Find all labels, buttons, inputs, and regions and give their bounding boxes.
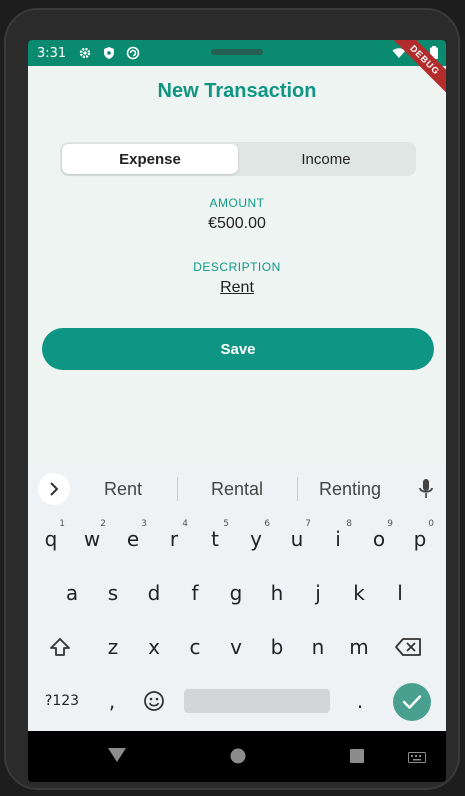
key-a[interactable]: a (54, 571, 90, 615)
description-label: DESCRIPTION (193, 260, 281, 274)
amount-label: AMOUNT (209, 196, 265, 210)
key-y[interactable]: y6 (238, 517, 274, 561)
phone-frame: 3:31 DEBUG New Transaction Expense Incom… (4, 8, 460, 790)
shift-icon[interactable] (42, 625, 78, 669)
key-r[interactable]: r4 (156, 517, 192, 561)
space-bar[interactable] (184, 689, 330, 713)
key-e[interactable]: e3 (115, 517, 151, 561)
navigation-bar (28, 731, 446, 782)
key-n[interactable]: n (300, 625, 336, 669)
key-u[interactable]: u7 (279, 517, 315, 561)
home-icon[interactable] (230, 748, 246, 769)
key-g[interactable]: g (218, 571, 254, 615)
settings-icon (78, 46, 92, 60)
transaction-type-toggle: Expense Income (60, 142, 416, 176)
key-z[interactable]: z (95, 625, 131, 669)
description-field[interactable]: Rent (28, 279, 446, 297)
key-f[interactable]: f (177, 571, 213, 615)
recents-icon[interactable] (350, 749, 364, 768)
key-t[interactable]: t5 (197, 517, 233, 561)
key-b[interactable]: b (259, 625, 295, 669)
key-m[interactable]: m (341, 625, 377, 669)
key-comma[interactable]: , (94, 679, 130, 723)
key-x[interactable]: x (136, 625, 172, 669)
key-d[interactable]: d (136, 571, 172, 615)
microphone-icon[interactable] (418, 477, 434, 501)
key-v[interactable]: v (218, 625, 254, 669)
transaction-screen: New Transaction Expense Income AMOUNT €5… (28, 66, 446, 491)
suggestion-2[interactable]: Rental (182, 479, 292, 500)
symbols-key[interactable]: ?123 (40, 679, 84, 723)
suggestion-strip: Rent Rental Renting (28, 465, 446, 507)
expense-tab[interactable]: Expense (62, 144, 238, 174)
suggestion-3[interactable]: Renting (295, 479, 405, 500)
chevron-right-icon[interactable] (38, 473, 70, 505)
key-c[interactable]: c (177, 625, 213, 669)
key-i[interactable]: i8 (320, 517, 356, 561)
soft-keyboard: Rent Rental Renting q1 w2 e3 r4 t5 y6 u7… (28, 465, 446, 731)
key-l[interactable]: l (382, 571, 418, 615)
amount-field[interactable]: €500.00 (28, 215, 446, 233)
key-period[interactable]: . (342, 679, 378, 723)
key-k[interactable]: k (341, 571, 377, 615)
earpiece (211, 49, 263, 55)
key-j[interactable]: j (300, 571, 336, 615)
save-button[interactable]: Save (42, 328, 434, 370)
backspace-icon[interactable] (390, 625, 426, 669)
key-p[interactable]: p0 (402, 517, 438, 561)
key-w[interactable]: w2 (74, 517, 110, 561)
status-time: 3:31 (37, 45, 67, 61)
emoji-icon[interactable] (136, 679, 172, 723)
screen: 3:31 DEBUG New Transaction Expense Incom… (28, 40, 446, 782)
sync-icon (126, 46, 140, 60)
key-s[interactable]: s (95, 571, 131, 615)
suggestion-1[interactable]: Rent (68, 479, 178, 500)
key-o[interactable]: o9 (361, 517, 397, 561)
divider (177, 477, 178, 501)
key-q[interactable]: q1 (33, 517, 69, 561)
back-icon[interactable] (108, 748, 126, 767)
check-icon[interactable] (393, 683, 431, 721)
shield-icon (102, 46, 116, 60)
income-tab[interactable]: Income (238, 144, 414, 174)
keyboard-switch-icon[interactable] (408, 751, 426, 769)
page-title: New Transaction (157, 80, 317, 102)
key-h[interactable]: h (259, 571, 295, 615)
status-bar: 3:31 (28, 40, 446, 66)
